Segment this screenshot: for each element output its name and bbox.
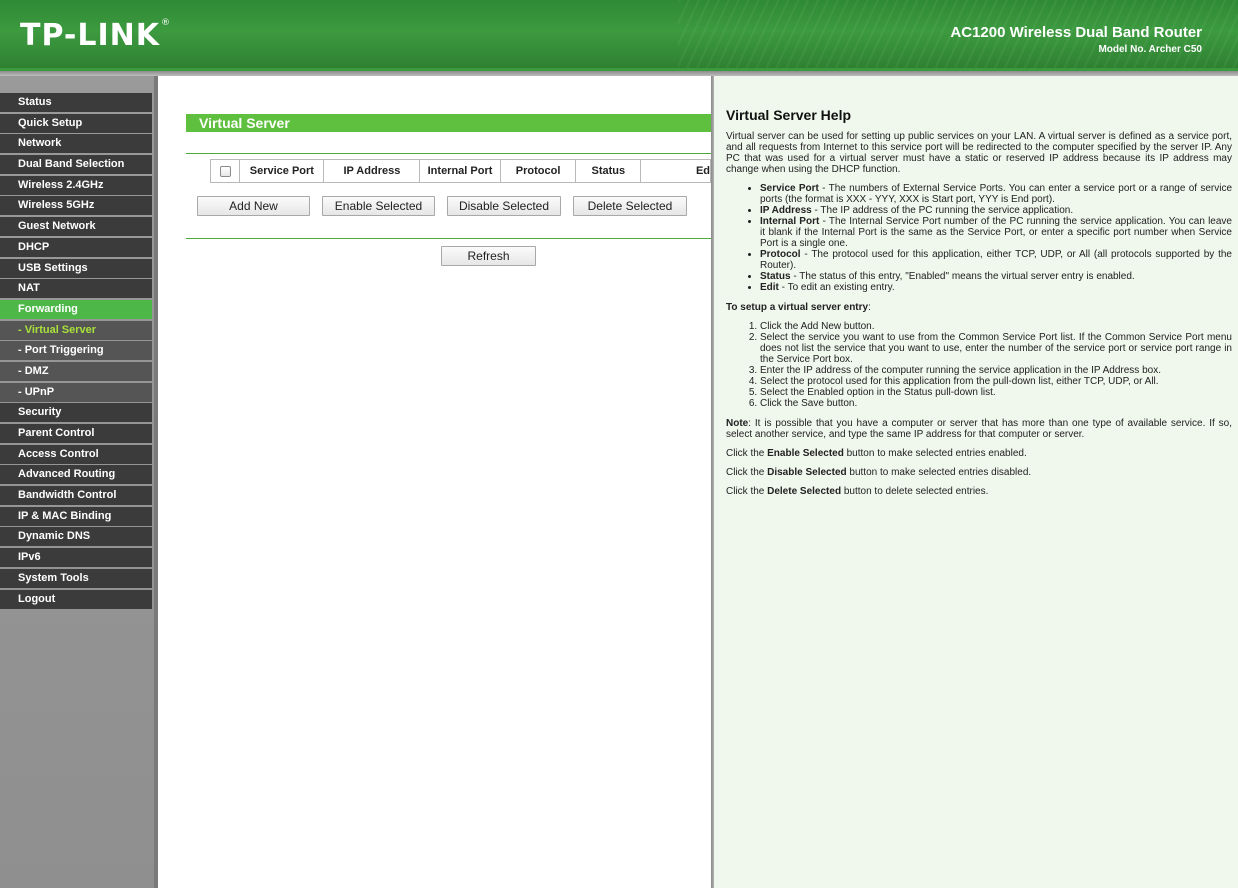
help-delete-tip: Click the Delete Selected button to dele… xyxy=(726,486,1232,497)
help-field-list: Service Port - The numbers of External S… xyxy=(726,183,1232,293)
sidebar-item-bandwidth-control[interactable]: Bandwidth Control xyxy=(0,486,152,506)
page-title: Virtual Server xyxy=(186,114,711,132)
help-field-text: - The numbers of External Service Ports.… xyxy=(760,183,1233,205)
logo-registered-mark: ® xyxy=(161,18,172,28)
help-panel: Virtual Server Help Virtual server can b… xyxy=(714,76,1238,888)
help-field-label: Status xyxy=(760,271,791,282)
help-field-protocol: Protocol - The protocol used for this ap… xyxy=(760,249,1232,271)
select-all-checkbox[interactable] xyxy=(219,165,231,177)
help-tip-suffix: button to make selected entries disabled… xyxy=(846,467,1032,478)
virtual-server-table: Service Port IP Address Internal Port Pr… xyxy=(209,159,711,183)
sidebar-item-wireless-2-4ghz[interactable]: Wireless 2.4GHz xyxy=(0,175,152,195)
help-step: Click the Add New button. xyxy=(760,321,1232,332)
header-banner: TP-LINK® AC1200 Wireless Dual Band Route… xyxy=(0,0,1238,70)
help-step: Select the service you want to use from … xyxy=(760,332,1232,365)
tp-link-logo: TP-LINK® xyxy=(20,18,171,53)
help-tip-suffix: button to make selected entries enabled. xyxy=(843,448,1027,459)
column-header-service-port: Service Port xyxy=(239,159,325,183)
sidebar-item-dhcp[interactable]: DHCP xyxy=(0,237,152,257)
help-field-service-port: Service Port - The numbers of External S… xyxy=(760,183,1232,205)
help-field-label: Edit xyxy=(760,282,779,293)
section-divider-top xyxy=(186,153,711,154)
help-setup-title: To setup a virtual server entry xyxy=(726,302,869,313)
help-step: Select the Enabled option in the Status … xyxy=(760,387,1232,398)
help-field-edit: Edit - To edit an existing entry. xyxy=(760,282,1232,293)
sidebar-item-guest-network[interactable]: Guest Network xyxy=(0,217,152,237)
delete-selected-button[interactable]: Delete Selected xyxy=(573,196,687,216)
help-tip-suffix: button to delete selected entries. xyxy=(841,486,989,497)
sidebar-item-security[interactable]: Security xyxy=(0,403,152,423)
sidebar-item-dynamic-dns[interactable]: Dynamic DNS xyxy=(0,527,152,547)
sidebar-subitem-dmz[interactable]: - DMZ xyxy=(0,361,152,381)
help-tip-button-name: Enable Selected xyxy=(767,448,844,459)
table-header-row: Service Port IP Address Internal Port Pr… xyxy=(209,159,711,183)
sidebar-subitem-upnp[interactable]: - UPnP xyxy=(0,382,152,402)
column-header-protocol: Protocol xyxy=(499,159,577,183)
column-header-edit: Ed xyxy=(640,159,711,183)
sidebar-item-wireless-5ghz[interactable]: Wireless 5GHz xyxy=(0,196,152,216)
refresh-button[interactable]: Refresh xyxy=(441,246,536,266)
help-setup-heading: To setup a virtual server entry: xyxy=(726,302,1232,313)
help-field-text: - The Internal Service Port number of th… xyxy=(760,216,1232,249)
main-content: Virtual Server Service Port IP Address I… xyxy=(158,76,711,888)
disable-selected-button[interactable]: Disable Selected xyxy=(447,196,561,216)
add-new-button[interactable]: Add New xyxy=(197,196,310,216)
product-name: AC1200 Wireless Dual Band Router xyxy=(950,24,1202,41)
help-note-label: Note xyxy=(726,418,749,429)
help-field-ip-address: IP Address - The IP address of the PC ru… xyxy=(760,205,1232,216)
help-step: Select the protocol used for this applic… xyxy=(760,376,1232,387)
help-field-text: - The IP address of the PC running the s… xyxy=(811,205,1074,216)
help-field-label: Service Port xyxy=(760,183,819,194)
help-tip-prefix: Click the xyxy=(726,448,768,459)
sidebar-item-quick-setup[interactable]: Quick Setup xyxy=(0,113,152,133)
sidebar-menu: Status Quick Setup Network Dual Band Sel… xyxy=(0,93,152,610)
column-header-ip-address: IP Address xyxy=(323,159,421,183)
sidebar-item-ipv6[interactable]: IPv6 xyxy=(0,548,152,568)
help-title: Virtual Server Help xyxy=(726,107,852,123)
help-intro: Virtual server can be used for setting u… xyxy=(726,131,1232,175)
help-field-label: Internal Port xyxy=(760,216,820,227)
sidebar: Status Quick Setup Network Dual Band Sel… xyxy=(0,76,158,888)
sidebar-item-ip-mac-binding[interactable]: IP & MAC Binding xyxy=(0,506,152,526)
help-setup-colon: : xyxy=(868,302,871,313)
help-note: Note: It is possible that you have a com… xyxy=(726,418,1232,440)
logo-text: TP-LINK xyxy=(20,18,161,53)
sidebar-subitem-port-triggering[interactable]: - Port Triggering xyxy=(0,341,152,361)
help-note-text: : It is possible that you have a compute… xyxy=(726,418,1232,440)
help-tip-prefix: Click the xyxy=(726,486,768,497)
sidebar-item-dual-band-selection[interactable]: Dual Band Selection xyxy=(0,155,152,175)
sidebar-subitem-virtual-server[interactable]: - Virtual Server xyxy=(0,320,152,340)
help-tip-prefix: Click the xyxy=(726,467,768,478)
help-field-text: - To edit an existing entry. xyxy=(778,282,895,293)
help-field-label: IP Address xyxy=(760,205,812,216)
sidebar-item-status[interactable]: Status xyxy=(0,93,152,112)
column-header-status: Status xyxy=(575,159,642,183)
help-setup-steps: Click the Add New button. Select the ser… xyxy=(726,321,1232,409)
help-field-text: - The protocol used for this application… xyxy=(760,249,1232,271)
sidebar-item-advanced-routing[interactable]: Advanced Routing xyxy=(0,465,152,485)
model-number: Model No. Archer C50 xyxy=(1098,44,1202,55)
sidebar-item-usb-settings[interactable]: USB Settings xyxy=(0,258,152,278)
column-header-internal-port: Internal Port xyxy=(419,159,501,183)
help-tip-button-name: Disable Selected xyxy=(767,467,847,478)
sidebar-item-logout[interactable]: Logout xyxy=(0,589,152,609)
enable-selected-button[interactable]: Enable Selected xyxy=(322,196,435,216)
sidebar-item-network[interactable]: Network xyxy=(0,134,152,154)
help-field-status: Status - The status of this entry, "Enab… xyxy=(760,271,1232,282)
help-step: Click the Save button. xyxy=(760,398,1232,409)
sidebar-item-nat[interactable]: NAT xyxy=(0,279,152,299)
help-field-internal-port: Internal Port - The Internal Service Por… xyxy=(760,216,1232,249)
help-tip-button-name: Delete Selected xyxy=(767,486,842,497)
sidebar-item-system-tools[interactable]: System Tools xyxy=(0,568,152,588)
sidebar-item-parent-control[interactable]: Parent Control xyxy=(0,424,152,443)
help-field-label: Protocol xyxy=(760,249,801,260)
help-step: Enter the IP address of the computer run… xyxy=(760,365,1232,376)
help-enable-tip: Click the Enable Selected button to make… xyxy=(726,448,1232,459)
select-all-cell xyxy=(209,159,241,183)
help-disable-tip: Click the Disable Selected button to mak… xyxy=(726,467,1232,478)
help-field-text: - The status of this entry, "Enabled" me… xyxy=(790,271,1135,282)
section-divider-bottom xyxy=(186,238,711,239)
sidebar-item-forwarding[interactable]: Forwarding xyxy=(0,299,152,319)
sidebar-item-access-control[interactable]: Access Control xyxy=(0,444,152,464)
